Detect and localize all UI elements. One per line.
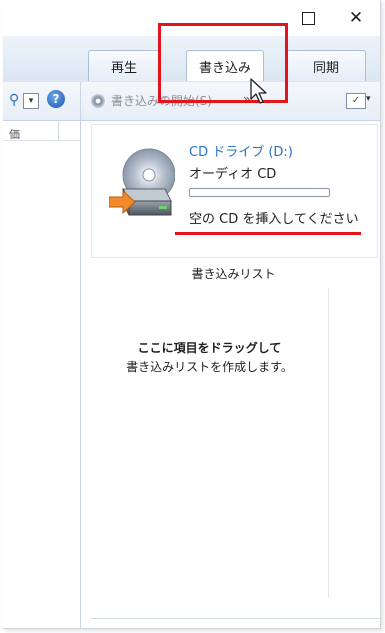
left-toolbar: ⚲ ▾ ? — [3, 82, 80, 121]
insert-disc-message: 空の CD を挿入してください — [189, 212, 359, 227]
tab-play-label: 再生 — [110, 60, 137, 76]
disc-icon — [91, 93, 105, 108]
left-pane: ⚲ ▾ ? 価 — [3, 82, 81, 628]
burn-progress-bar — [189, 188, 330, 197]
help-icon[interactable]: ? — [47, 90, 65, 108]
burn-list-divider — [328, 288, 329, 598]
maximize-button[interactable] — [285, 0, 331, 36]
close-button[interactable]: ✕ — [333, 0, 379, 36]
maximize-icon — [301, 11, 315, 25]
close-icon: ✕ — [348, 8, 364, 28]
search-icon[interactable]: ⚲ — [9, 92, 19, 108]
list-options-icon[interactable]: ✓ — [346, 93, 366, 109]
media-player-window: ✕ 再生 書き込み 同期 ⚲ ▾ ? 価 書き込みの開始(S) » ✓ ▾ CD… — [3, 0, 381, 629]
column-header-line — [3, 140, 80, 141]
status-underline-annotation — [175, 232, 361, 235]
search-dropdown-icon[interactable]: ▾ — [23, 93, 39, 109]
tab-sync[interactable]: 同期 — [286, 50, 366, 81]
column-divider[interactable] — [58, 122, 59, 140]
tab-sync-label: 同期 — [312, 60, 339, 76]
burn-list-empty-subtitle: 書き込みリストを作成します。 — [126, 360, 293, 374]
burn-list-empty-title: ここに項目をドラッグして — [137, 341, 282, 355]
bottom-border — [91, 618, 380, 619]
drive-name[interactable]: CD ドライブ (D:) — [189, 141, 293, 160]
tab-play[interactable]: 再生 — [88, 50, 160, 81]
cd-drive-icon — [109, 148, 175, 216]
media-type: オーディオ CD — [189, 167, 277, 182]
burn-list-area[interactable] — [91, 288, 328, 618]
list-options-dropdown-icon[interactable]: ▾ — [366, 94, 371, 104]
burn-list-header: 書き込みリスト — [191, 267, 276, 281]
cursor-icon — [250, 78, 267, 104]
